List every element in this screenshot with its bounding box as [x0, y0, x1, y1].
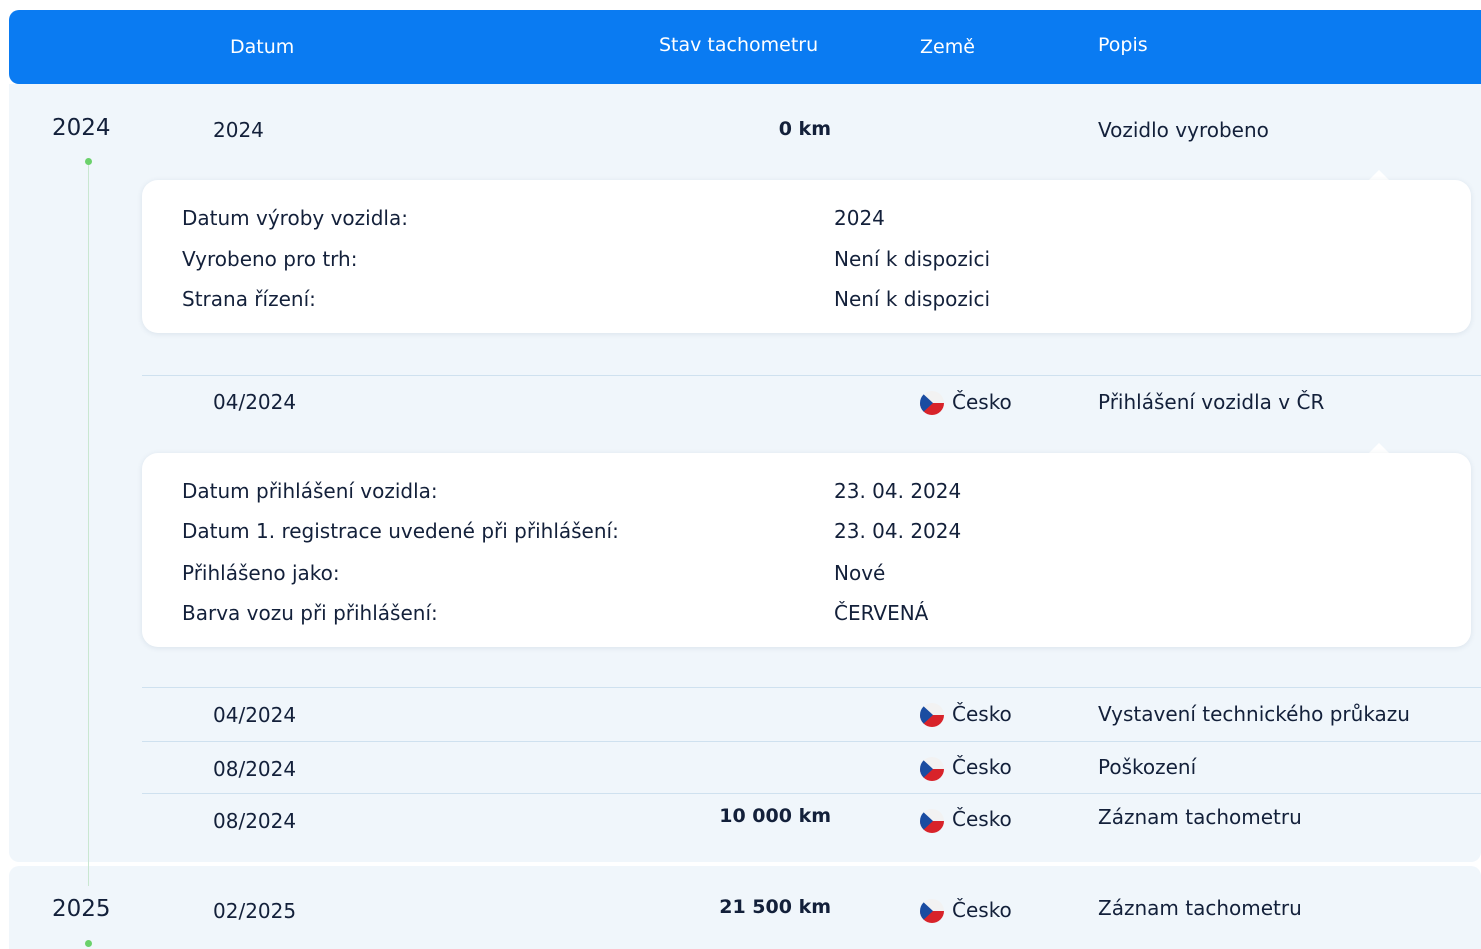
year-label-2024: 2024 — [52, 115, 111, 141]
row-date: 2024 — [213, 118, 264, 142]
row-km: 21 500 km — [719, 896, 831, 918]
row-country: Česko — [952, 755, 1012, 779]
row-date: 08/2024 — [213, 809, 297, 833]
row-divider — [142, 793, 1481, 794]
czech-flag-icon — [920, 809, 944, 833]
row-km: 10 000 km — [719, 805, 831, 827]
row-desc: Přihlášení vozidla v ČR — [1098, 390, 1325, 414]
header-datum: Datum — [230, 36, 295, 58]
detail-label: Datum 1. registrace uvedené při přihláše… — [182, 519, 619, 543]
row-divider — [142, 375, 1481, 376]
detail-value: 23. 04. 2024 — [834, 519, 962, 543]
timeline-dot-2025 — [85, 940, 92, 947]
detail-label: Strana řízení: — [182, 287, 316, 311]
timeline-dot-2024 — [85, 158, 92, 165]
detail-card-manufacture: Datum výroby vozidla: 2024 Vyrobeno pro … — [142, 180, 1471, 333]
row-date: 08/2024 — [213, 757, 297, 781]
detail-value: 23. 04. 2024 — [834, 479, 962, 503]
header-stav-tachometru: Stav tachometru — [659, 34, 819, 56]
detail-label: Barva vozu při přihlášení: — [182, 601, 438, 625]
detail-value: Není k dispozici — [834, 287, 991, 311]
row-country: Česko — [952, 898, 1012, 922]
row-date: 04/2024 — [213, 390, 297, 414]
row-country: Česko — [952, 390, 1012, 414]
czech-flag-icon — [920, 757, 944, 781]
row-desc: Záznam tachometru — [1098, 805, 1302, 829]
detail-value: ČERVENÁ — [834, 601, 929, 625]
row-desc: Poškození — [1098, 755, 1197, 779]
czech-flag-icon — [920, 703, 944, 727]
row-desc: Záznam tachometru — [1098, 896, 1302, 920]
detail-value: Není k dispozici — [834, 247, 991, 271]
detail-card-registration: Datum přihlášení vozidla: 23. 04. 2024 D… — [142, 453, 1471, 647]
row-country: Česko — [952, 702, 1012, 726]
row-km: 0 km — [778, 118, 831, 140]
czech-flag-icon — [920, 899, 944, 923]
row-country: Česko — [952, 807, 1012, 831]
row-divider — [142, 741, 1481, 742]
row-divider — [142, 687, 1481, 688]
header-popis: Popis — [1098, 34, 1148, 56]
row-desc: Vozidlo vyrobeno — [1098, 118, 1269, 142]
row-date: 02/2025 — [213, 899, 297, 923]
header-zeme: Země — [920, 36, 975, 58]
czech-flag-icon — [920, 391, 944, 415]
detail-value: 2024 — [834, 206, 885, 230]
detail-label: Přihlášeno jako: — [182, 561, 340, 585]
row-date: 04/2024 — [213, 703, 297, 727]
detail-label: Vyrobeno pro trh: — [182, 247, 358, 271]
table-header: Datum Stav tachometru Země Popis — [9, 10, 1481, 84]
timeline-line — [88, 162, 89, 886]
row-desc: Vystavení technického průkazu — [1098, 702, 1410, 726]
detail-label: Datum přihlášení vozidla: — [182, 479, 438, 503]
year-label-2025: 2025 — [52, 896, 111, 922]
detail-label: Datum výroby vozidla: — [182, 206, 408, 230]
detail-value: Nové — [834, 561, 886, 585]
